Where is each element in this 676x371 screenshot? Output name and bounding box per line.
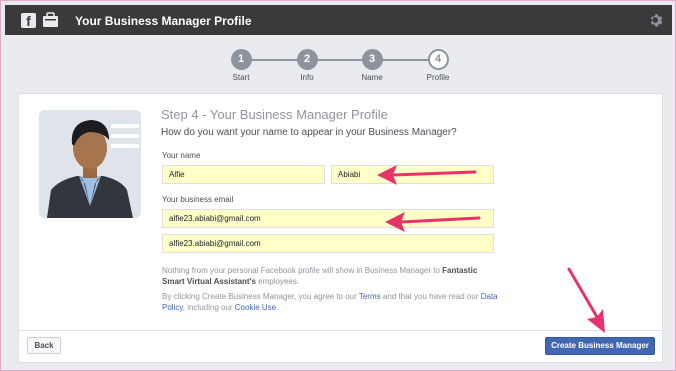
step-label: Profile: [426, 73, 450, 82]
privacy-text-end: employees.: [255, 277, 300, 286]
section-question: How do you want your name to appear in y…: [161, 127, 457, 138]
name-label: Your name: [162, 151, 201, 160]
section-heading: Step 4 - Your Business Manager Profile: [161, 107, 388, 122]
gear-icon[interactable]: [649, 13, 664, 28]
email-label: Your business email: [162, 195, 234, 204]
step-label: Info: [300, 73, 314, 82]
privacy-text: Nothing from your personal Facebook prof…: [162, 266, 443, 275]
step-number: 3: [361, 49, 383, 70]
terms-link[interactable]: Terms: [359, 292, 381, 301]
page-title: Your Business Manager Profile: [75, 14, 252, 28]
back-button[interactable]: Back: [27, 337, 61, 354]
annotation-arrow-last-name: [377, 165, 477, 185]
step-info: 2 Info: [277, 49, 337, 82]
screenshot-frame: f Your Business Manager Profile 1 Start …: [0, 0, 676, 371]
terms-text-end: .: [276, 303, 279, 312]
terms-text: By clicking Create Business Manager, you…: [162, 292, 359, 301]
privacy-notice: Nothing from your personal Facebook prof…: [162, 265, 492, 287]
step-label: Name: [361, 73, 383, 82]
step-name: 3 Name: [342, 49, 402, 82]
profile-avatar-illustration: [39, 110, 141, 218]
step-label: Start: [232, 73, 250, 82]
annotation-arrow-email: [385, 212, 481, 232]
email-confirm-input[interactable]: alfie23.abiabi@gmail.com: [162, 234, 494, 253]
top-bar: f Your Business Manager Profile: [5, 5, 672, 35]
terms-text-mid: and that you have read our: [380, 292, 481, 301]
terms-notice: By clicking Create Business Manager, you…: [162, 291, 502, 313]
step-number: 2: [296, 49, 318, 70]
create-business-manager-button[interactable]: Create Business Manager: [545, 337, 655, 355]
terms-text-cookie: , including our: [182, 303, 235, 312]
business-manager-icon[interactable]: [42, 12, 59, 28]
step-number-active: 4: [427, 49, 449, 70]
step-number: 1: [230, 49, 252, 70]
person-illustration: [39, 110, 141, 218]
progress-steps: 1 Start 2 Info 3 Name 4 Profile: [211, 49, 461, 85]
cookie-use-link[interactable]: Cookie Use: [235, 303, 276, 312]
first-name-input[interactable]: Alfie: [162, 165, 325, 184]
step-start: 1 Start: [211, 49, 271, 82]
step-profile: 4 Profile: [408, 49, 468, 82]
annotation-arrow-create-button: [567, 267, 605, 333]
facebook-icon[interactable]: f: [21, 13, 36, 29]
